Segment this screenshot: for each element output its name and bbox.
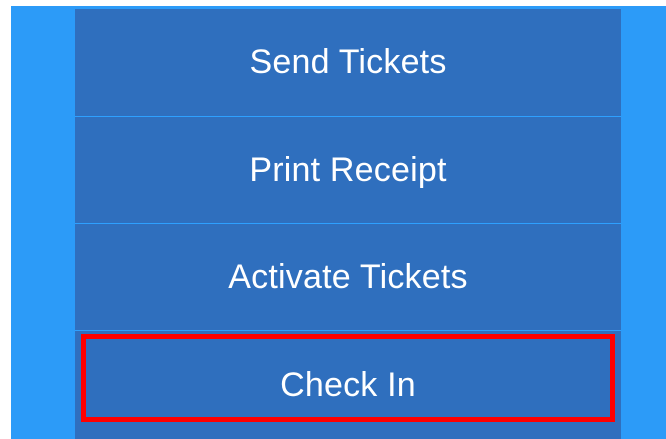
activate-tickets-button[interactable]: Activate Tickets [75,224,621,330]
check-in-button[interactable]: Check In [75,331,621,439]
send-tickets-label: Send Tickets [249,43,447,81]
send-tickets-button[interactable]: Send Tickets [75,9,621,116]
activate-tickets-label: Activate Tickets [228,257,468,296]
print-receipt-button[interactable]: Print Receipt [75,117,621,223]
check-in-label: Check In [280,365,416,404]
ticket-actions-menu: Send Tickets Print Receipt Activate Tick… [75,9,621,439]
print-receipt-label: Print Receipt [249,150,447,189]
